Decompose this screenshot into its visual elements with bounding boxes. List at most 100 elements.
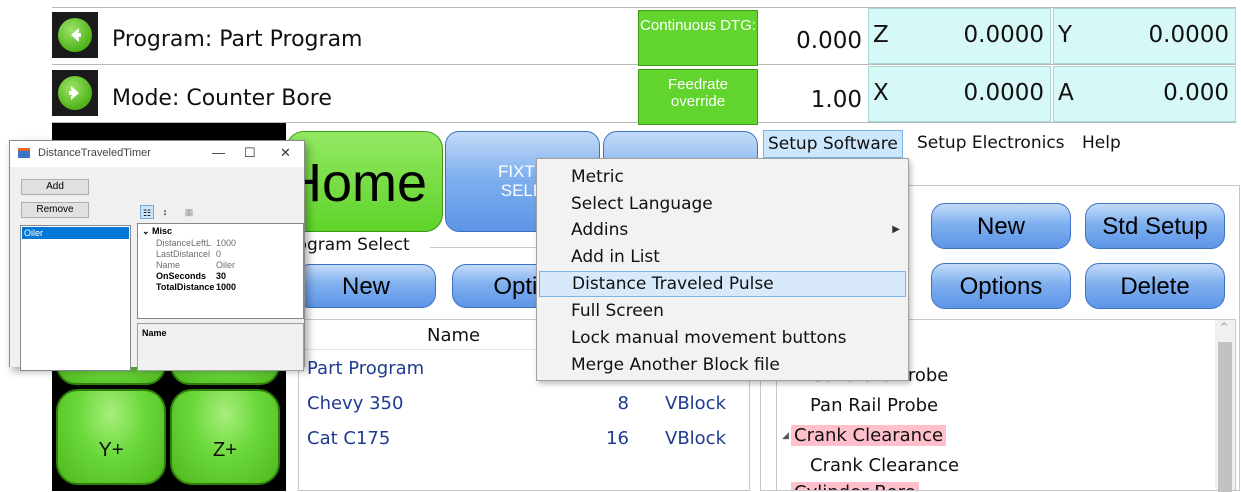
collapse-icon[interactable]: ◢ [782, 431, 789, 441]
column-name: Name [427, 325, 481, 346]
menu-item-distance-traveled-pulse[interactable]: Distance Traveled Pulse [539, 271, 906, 297]
mode-label: Mode: Counter Bore [112, 86, 332, 111]
scrollbar[interactable]: ^ [1215, 320, 1235, 492]
new-program-button[interactable]: New [296, 264, 436, 308]
menu-item-merge-block[interactable]: Merge Another Block file [539, 353, 906, 379]
axis-value: 0.0000 [963, 80, 1044, 106]
menu-item-select-language[interactable]: Select Language [539, 192, 906, 218]
tree-item[interactable]: Crank Clearance [807, 455, 962, 476]
std-setup-button[interactable]: Std Setup [1085, 203, 1225, 249]
menu-setup-electronics[interactable]: Setup Electronics [913, 130, 1069, 158]
delete-label: Delete [1120, 273, 1190, 300]
property-value: Oiler [216, 260, 236, 270]
property-toolbar: ☷ ↕ ▦ [138, 203, 218, 221]
property-key: DistanceLeftL [156, 238, 212, 248]
feedrate-override-button[interactable]: Feedrate override [638, 69, 758, 125]
axis-letter: X [873, 80, 889, 106]
property-pages-icon[interactable]: ▦ [182, 205, 196, 219]
menu-item-metric[interactable]: Metric [539, 165, 906, 191]
window-title: DistanceTraveledTimer [38, 147, 151, 159]
menu-bar: Setup Software Setup Electronics Help [760, 127, 1236, 161]
scroll-up-icon[interactable]: ^ [1220, 322, 1228, 333]
menu-setup-software[interactable]: Setup Software [763, 130, 903, 158]
row-type: VBlock [665, 428, 726, 449]
minimize-icon[interactable]: — [212, 145, 225, 160]
menu-item-lock-movement[interactable]: Lock manual movement buttons [539, 326, 906, 352]
menu-help[interactable]: Help [1078, 130, 1125, 158]
y-plus-label: Y+ [98, 439, 124, 461]
property-value: 1000 [216, 282, 237, 292]
continuous-dtg-label: Continuous DTG: [640, 17, 756, 34]
y-plus-button[interactable]: Y+ [56, 389, 166, 485]
alphabetical-icon[interactable]: ↕ [158, 205, 172, 219]
z-plus-button[interactable]: Z+ [170, 389, 280, 485]
property-key: Name [156, 260, 181, 270]
table-row[interactable]: Chevy 350 8 VBlock [299, 387, 749, 421]
feedrate-override-label: Feedrate override [667, 76, 729, 110]
axis-y-cell: Y 0.0000 [1053, 8, 1236, 64]
timer-list: Oiler [20, 225, 131, 371]
new-label: New [976, 213, 1025, 240]
tree-item[interactable]: Pan Rail Probe [807, 395, 941, 416]
dialog-body: Add Remove Oiler ☷ ↕ ▦ ⌄ Misc DistanceLe… [10, 167, 304, 371]
back-button[interactable] [52, 12, 98, 58]
options-setup-button[interactable]: Options [931, 263, 1071, 309]
tree-item[interactable]: Cylinder Bore [791, 482, 919, 490]
axis-value: 0.000 [1163, 80, 1229, 106]
property-description: Name [137, 323, 304, 371]
axis-x-cell: X 0.0000 [868, 66, 1051, 122]
property-value: 30 [216, 271, 227, 281]
property-row[interactable]: DistanceLeftL 1000 [138, 238, 303, 249]
dtg-value: 0.000 [796, 28, 862, 54]
menu-item-full-screen[interactable]: Full Screen [539, 299, 906, 325]
property-row[interactable]: Name Oiler [138, 260, 303, 271]
delete-setup-button[interactable]: Delete [1085, 263, 1225, 309]
new-setup-button[interactable]: New [931, 203, 1071, 249]
menu-item-addins[interactable]: Addins ▶ [539, 218, 906, 244]
menu-item-label: Addins [571, 220, 629, 240]
feedrate-value: 1.00 [810, 87, 862, 113]
row-name: Cat C175 [307, 428, 391, 449]
row-count: 8 [617, 393, 629, 414]
property-value: 0 [216, 249, 222, 259]
program-label: Program: Part Program [112, 27, 363, 52]
axis-letter: A [1058, 80, 1074, 106]
submenu-arrow-icon: ▶ [892, 224, 900, 235]
property-grid: ⌄ Misc DistanceLeftL 1000 LastDistancel 0 … [137, 223, 304, 319]
menu-item-add-in-list[interactable]: Add in List [539, 245, 906, 271]
scrollbar-thumb[interactable] [1218, 342, 1232, 492]
tree-item[interactable]: Crank Clearance [791, 425, 947, 446]
row-count: 16 [606, 428, 629, 449]
forward-button[interactable] [52, 70, 98, 116]
title-bar[interactable]: DistanceTraveledTimer — ☐ ✕ [10, 141, 304, 167]
property-value: 1000 [216, 238, 237, 248]
axis-z-cell: Z 0.0000 [868, 8, 1051, 64]
z-plus-label: Z+ [213, 439, 237, 461]
property-key: TotalDistance [156, 282, 215, 292]
setup-software-menu: Metric Select Language Addins ▶ Add in L… [536, 158, 909, 381]
home-button[interactable]: Home [283, 131, 443, 232]
app-icon [18, 148, 30, 158]
axis-letter: Z [873, 22, 889, 48]
close-icon[interactable]: ✕ [280, 145, 291, 161]
list-item[interactable]: Oiler [22, 227, 129, 239]
arrow-left-icon [58, 18, 92, 52]
row-name: Chevy 350 [307, 393, 404, 414]
axis-value: 0.0000 [1148, 22, 1229, 48]
table-row[interactable]: Cat C175 16 VBlock [299, 422, 749, 456]
category-label: Misc [152, 226, 173, 236]
property-row[interactable]: TotalDistance 1000 [138, 282, 303, 293]
maximize-icon[interactable]: ☐ [244, 145, 256, 161]
add-button[interactable]: Add [21, 179, 89, 195]
row-name: Part Program [307, 358, 425, 379]
continuous-dtg-button[interactable]: Continuous DTG: [638, 10, 758, 66]
property-row[interactable]: OnSeconds 30 [138, 271, 303, 282]
category-misc[interactable]: ⌄ Misc [142, 226, 172, 237]
options-label: Options [959, 273, 1043, 300]
distance-traveled-timer-window: DistanceTraveledTimer — ☐ ✕ Add Remove O… [9, 140, 305, 371]
axis-value: 0.0000 [963, 22, 1044, 48]
remove-button[interactable]: Remove [21, 202, 89, 218]
property-row[interactable]: LastDistancel 0 [138, 249, 303, 260]
std-setup-label: Std Setup [1102, 213, 1208, 240]
categorized-icon[interactable]: ☷ [140, 205, 154, 219]
